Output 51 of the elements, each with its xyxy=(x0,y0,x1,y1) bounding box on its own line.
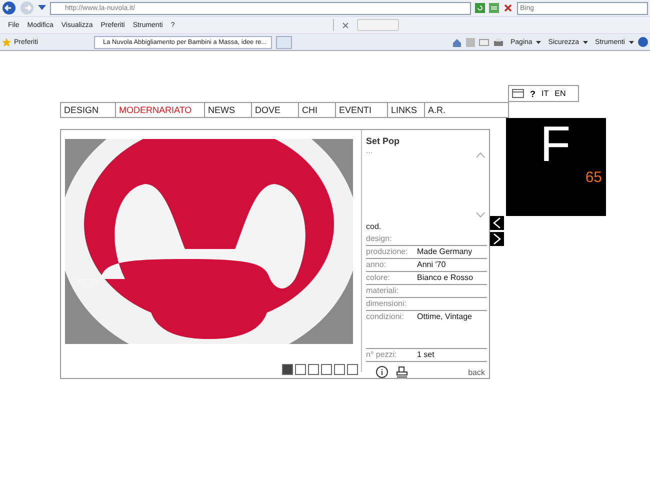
nav-tab[interactable]: DOVE xyxy=(252,103,299,117)
back-link[interactable]: back xyxy=(468,368,485,376)
thumbnail-button[interactable] xyxy=(321,364,332,375)
caret-icon[interactable] xyxy=(583,40,588,44)
caret-icon[interactable] xyxy=(536,40,542,44)
detail-label: design: xyxy=(366,233,393,245)
product-title: Set Pop xyxy=(366,136,401,146)
detail-label: produzione: xyxy=(366,246,409,258)
nav-tab[interactable]: DESIGN xyxy=(61,103,116,117)
home-icon[interactable] xyxy=(452,38,462,46)
detail-label: materiali: xyxy=(366,285,400,297)
detail-label: n° pezzi: xyxy=(366,349,398,361)
close-icon[interactable] xyxy=(503,3,513,13)
code-label: cod. xyxy=(366,221,382,233)
detail-label: condizioni: xyxy=(366,311,405,323)
caret-icon[interactable] xyxy=(629,40,634,44)
language-link[interactable]: IT xyxy=(542,89,549,98)
detail-label: colore: xyxy=(366,272,392,284)
thumbnail-button[interactable] xyxy=(282,364,293,375)
previous-button[interactable] xyxy=(490,216,504,230)
logo-letter: F xyxy=(540,118,571,170)
star-icon xyxy=(2,38,11,46)
detail-label: dimensioni: xyxy=(366,298,408,310)
refresh-icon[interactable] xyxy=(475,3,485,13)
nav-tab[interactable]: CHI xyxy=(299,103,336,117)
thumbnail-button[interactable] xyxy=(308,364,319,375)
mail-icon[interactable] xyxy=(512,89,524,98)
nav-tab[interactable]: NEWS xyxy=(205,103,252,117)
nav-tab[interactable]: LINKS xyxy=(388,103,425,117)
dropdown-icon[interactable] xyxy=(38,5,46,11)
detail-value: Ottime, Vintage xyxy=(417,311,472,323)
back-icon[interactable] xyxy=(2,1,16,15)
detail-value: 1 set xyxy=(417,349,434,361)
detail-value: Anni '70 xyxy=(417,259,446,271)
description-text: ... xyxy=(366,146,373,155)
printer-icon[interactable] xyxy=(396,366,408,378)
next-button[interactable] xyxy=(490,232,504,246)
help-link[interactable]: ? xyxy=(530,88,536,98)
detail-value: Bianco e Rosso xyxy=(417,272,474,284)
close-icon[interactable] xyxy=(342,22,349,28)
language-link[interactable]: EN xyxy=(554,89,566,98)
thumbnail-button[interactable] xyxy=(347,364,358,375)
nav-tab[interactable]: A.R. xyxy=(425,103,508,117)
detail-label: anno: xyxy=(366,259,388,271)
nav-tab[interactable]: EVENTI xyxy=(336,103,388,117)
thumbnail-button[interactable] xyxy=(334,364,345,375)
thumbnail-button[interactable] xyxy=(295,364,306,375)
logo-number: 65 xyxy=(585,169,602,186)
nav-tab[interactable]: MODERNARIATO xyxy=(116,103,205,117)
detail-value: Made Germany xyxy=(417,246,472,258)
info-icon[interactable] xyxy=(376,366,388,378)
